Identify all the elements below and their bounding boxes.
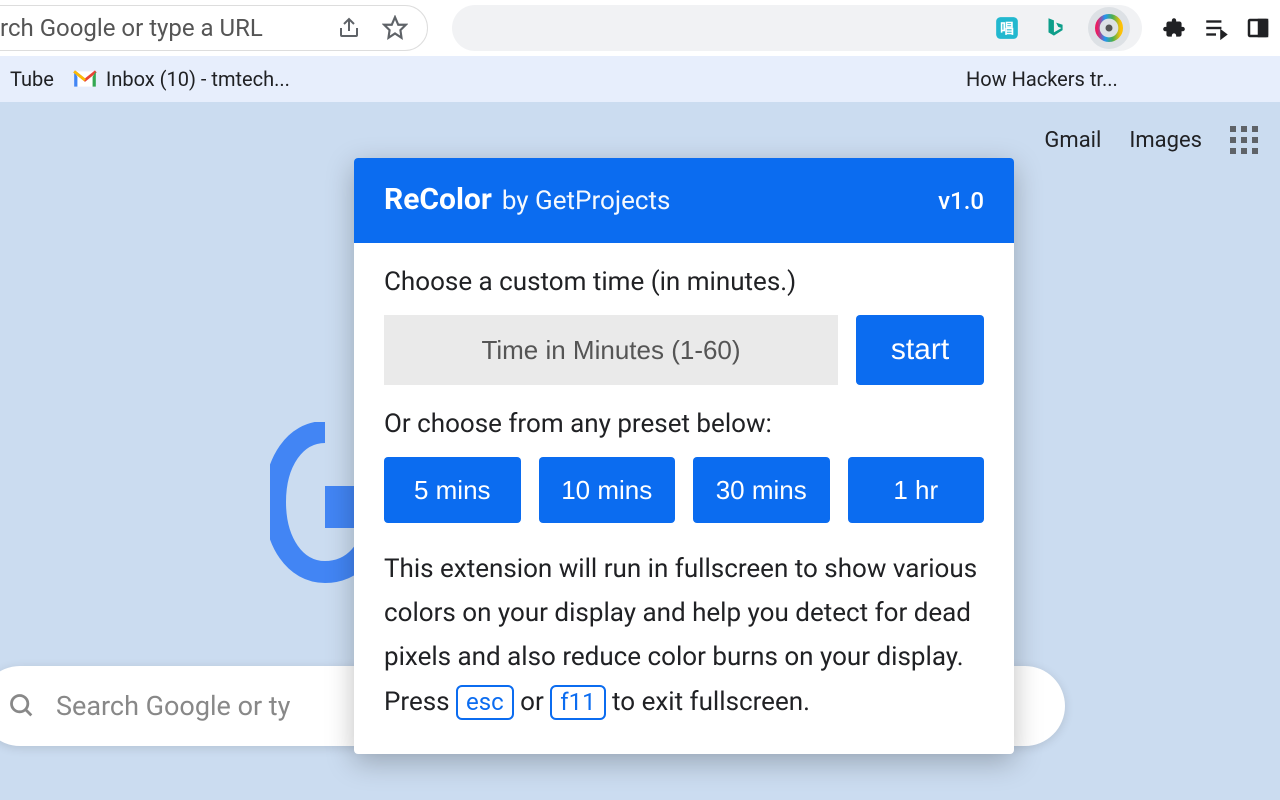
popup-brand: ReColor — [384, 182, 492, 217]
toolbar-right-icons — [1146, 14, 1272, 42]
preset-1hr-button[interactable]: 1 hr — [848, 457, 985, 523]
omnibox[interactable]: arch Google or type a URL — [0, 5, 428, 51]
recolor-extension-icon[interactable] — [1088, 7, 1130, 49]
omnibox-placeholder: arch Google or type a URL — [0, 14, 335, 42]
extension-icon-1[interactable]: 唱 — [992, 13, 1022, 43]
popup-byline: by GetProjects — [502, 186, 671, 216]
bing-icon[interactable] — [1040, 13, 1070, 43]
custom-time-label: Choose a custom time (in minutes.) — [384, 267, 984, 297]
bookmark-label: Tube — [10, 67, 54, 91]
bookmark-youtube[interactable]: Tube — [10, 67, 54, 91]
preset-label: Or choose from any preset below: — [384, 409, 984, 439]
bookmark-label: How Hackers tr... — [966, 67, 1118, 91]
preset-30min-button[interactable]: 30 mins — [693, 457, 830, 523]
preset-10min-button[interactable]: 10 mins — [539, 457, 676, 523]
kbd-f11: f11 — [550, 685, 605, 720]
popup-description: This extension will run in fullscreen to… — [384, 547, 984, 724]
sidepanel-icon[interactable] — [1244, 14, 1272, 42]
extensions-area: 唱 — [452, 5, 1142, 51]
search-icon — [8, 692, 36, 720]
browser-toolbar: arch Google or type a URL 唱 — [0, 0, 1280, 56]
svg-text:唱: 唱 — [1000, 21, 1014, 37]
gmail-icon — [72, 69, 98, 89]
preset-5min-button[interactable]: 5 mins — [384, 457, 521, 523]
popup-header: ReColor by GetProjects v1.0 — [354, 158, 1014, 243]
search-placeholder: Search Google or ty — [56, 690, 290, 722]
star-icon[interactable] — [381, 14, 409, 42]
start-button[interactable]: start — [856, 315, 984, 385]
images-link[interactable]: Images — [1129, 128, 1202, 153]
bookmark-label: Inbox (10) - tmtech... — [106, 67, 290, 91]
extensions-puzzle-icon[interactable] — [1160, 14, 1188, 42]
bookmark-inbox[interactable]: Inbox (10) - tmtech... — [72, 67, 290, 91]
bookmark-hackers[interactable]: How Hackers tr... — [966, 67, 1118, 91]
gmail-link[interactable]: Gmail — [1044, 128, 1101, 153]
time-input[interactable] — [384, 315, 838, 385]
google-top-links: Gmail Images — [1044, 126, 1258, 154]
kbd-esc: esc — [456, 685, 514, 720]
bookmarks-bar: Tube Inbox (10) - tmtech... How Hackers … — [0, 56, 1280, 102]
page-content: Gmail Images Search Google or ty ReColor… — [0, 102, 1280, 800]
share-icon[interactable] — [335, 14, 363, 42]
recolor-popup: ReColor by GetProjects v1.0 Choose a cus… — [354, 158, 1014, 754]
playlist-icon[interactable] — [1202, 14, 1230, 42]
popup-version: v1.0 — [938, 187, 984, 215]
apps-grid-icon[interactable] — [1230, 126, 1258, 154]
